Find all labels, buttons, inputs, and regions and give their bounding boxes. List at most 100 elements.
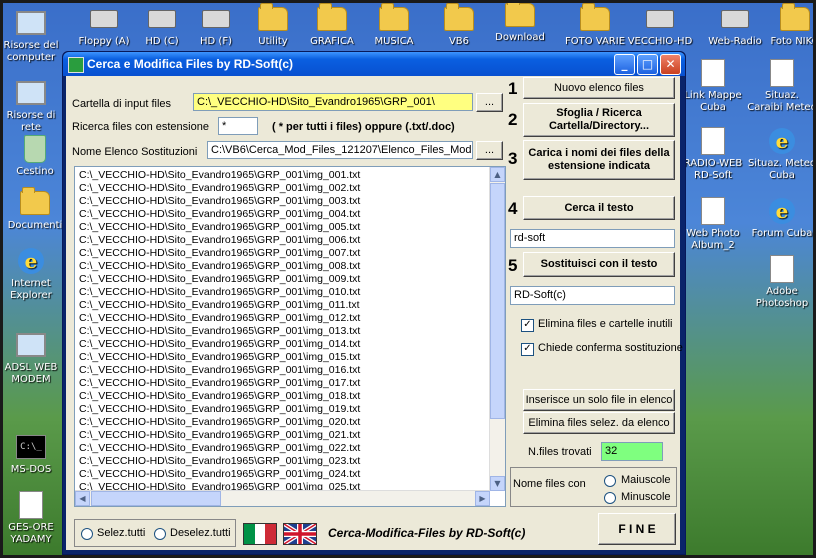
desktop-icon-web-photo-album[interactable]: Web Photo Album_2 bbox=[678, 196, 748, 252]
list-item[interactable]: C:\_VECCHIO-HD\Sito_Evandro1965\GRP_001\… bbox=[79, 442, 489, 455]
end-button[interactable]: F I N E bbox=[598, 513, 676, 545]
list-item[interactable]: C:\_VECCHIO-HD\Sito_Evandro1965\GRP_001\… bbox=[79, 195, 489, 208]
browse-input-folder-button[interactable]: ... bbox=[476, 93, 503, 112]
step-1-number: 1 bbox=[508, 79, 518, 98]
list-item[interactable]: C:\_VECCHIO-HD\Sito_Evandro1965\GRP_001\… bbox=[79, 325, 489, 338]
scroll-right-arrow-icon[interactable]: ▶ bbox=[475, 491, 490, 506]
select-all-radio[interactable] bbox=[81, 528, 93, 540]
replace-text-field[interactable]: RD-Soft(c) bbox=[510, 286, 675, 305]
lowercase-label: Minuscole bbox=[621, 491, 671, 503]
desktop-icon-musica[interactable]: MUSICA bbox=[359, 3, 429, 48]
list-item[interactable]: C:\_VECCHIO-HD\Sito_Evandro1965\GRP_001\… bbox=[79, 260, 489, 273]
list-item[interactable]: C:\_VECCHIO-HD\Sito_Evandro1965\GRP_001\… bbox=[79, 338, 489, 351]
delete-empty-checkbox[interactable]: ✓ bbox=[521, 319, 534, 332]
desktop-icon-ges-ore[interactable]: GES-ORE YADAMY bbox=[0, 490, 66, 546]
folder-icon bbox=[379, 3, 409, 34]
list-item[interactable]: C:\_VECCHIO-HD\Sito_Evandro1965\GRP_001\… bbox=[79, 247, 489, 260]
maximize-button[interactable]: □ bbox=[637, 54, 658, 75]
close-button[interactable]: ✕ bbox=[660, 54, 681, 75]
list-name-field[interactable]: C:\VB6\Cerca_Mod_Files_121207\Elenco_Fil… bbox=[207, 141, 473, 159]
internet-explorer-icon: e bbox=[767, 196, 797, 226]
folder-icon bbox=[505, 0, 535, 30]
desktop-icon-download[interactable]: Download bbox=[485, 0, 555, 44]
file-list-vertical-scrollbar[interactable]: ▲ ▼ bbox=[489, 167, 505, 491]
app-icon bbox=[68, 57, 84, 73]
folder-icon bbox=[580, 3, 610, 34]
title-bar[interactable]: Cerca e Modifica Files by RD-Soft(c) _ □… bbox=[63, 52, 685, 76]
minimize-button[interactable]: _ bbox=[614, 54, 635, 75]
desktop-icon-recycle-bin[interactable]: Cestino bbox=[0, 134, 70, 178]
desktop-icon-vecchio-hd[interactable]: VECCHIO-HD bbox=[625, 4, 695, 48]
scroll-up-arrow-icon[interactable]: ▲ bbox=[490, 167, 505, 182]
scroll-down-arrow-icon[interactable]: ▼ bbox=[490, 476, 505, 491]
uppercase-radio[interactable] bbox=[604, 475, 616, 487]
step-4-number: 4 bbox=[508, 199, 518, 218]
photoshop-icon bbox=[767, 254, 797, 284]
desktop-icon-ms-dos[interactable]: C:\_ MS-DOS bbox=[0, 432, 66, 476]
desktop-icon-forum-cuba[interactable]: e Forum Cuba bbox=[747, 196, 816, 240]
list-item[interactable]: C:\_VECCHIO-HD\Sito_Evandro1965\GRP_001\… bbox=[79, 299, 489, 312]
replace-text-button[interactable]: Sostituisci con il testo bbox=[523, 252, 675, 277]
list-item[interactable]: C:\_VECCHIO-HD\Sito_Evandro1965\GRP_001\… bbox=[79, 273, 489, 286]
extension-field[interactable]: * bbox=[218, 117, 258, 135]
desktop-icon-situaz-caraibi[interactable]: Situaz. Caraibi Meteo bbox=[747, 58, 816, 114]
list-item[interactable]: C:\_VECCHIO-HD\Sito_Evandro1965\GRP_001\… bbox=[79, 416, 489, 429]
album-icon bbox=[698, 196, 728, 226]
recycle-bin-icon bbox=[20, 134, 50, 164]
search-text-button[interactable]: Cerca il testo bbox=[523, 196, 675, 220]
desktop-icon-vb6[interactable]: VB6 bbox=[424, 3, 494, 48]
desktop-icon-network[interactable]: Risorse di rete bbox=[0, 78, 66, 134]
desktop-icon-foto-niko[interactable]: Foto NIKO bbox=[760, 3, 816, 48]
app-window: Cerca e Modifica Files by RD-Soft(c) _ □… bbox=[62, 51, 686, 555]
desktop-icon-internet-explorer[interactable]: e Internet Explorer bbox=[0, 246, 66, 302]
window-client: Cartella di input files C:\_VECCHIO-HD\S… bbox=[66, 76, 683, 550]
list-item[interactable]: C:\_VECCHIO-HD\Sito_Evandro1965\GRP_001\… bbox=[79, 364, 489, 377]
italian-flag-icon[interactable] bbox=[243, 523, 277, 545]
confirm-replace-checkbox[interactable]: ✓ bbox=[521, 343, 534, 356]
list-item[interactable]: C:\_VECCHIO-HD\Sito_Evandro1965\GRP_001\… bbox=[79, 468, 489, 481]
desktop-icon-grafica[interactable]: GRAFICA bbox=[297, 3, 367, 48]
desktop-icon-foto-varie[interactable]: FOTO VARIE bbox=[560, 3, 630, 48]
step-3-number: 3 bbox=[508, 149, 518, 168]
vertical-scroll-thumb[interactable] bbox=[490, 183, 505, 419]
browse-list-name-button[interactable]: ... bbox=[476, 141, 503, 160]
list-item[interactable]: C:\_VECCHIO-HD\Sito_Evandro1965\GRP_001\… bbox=[79, 390, 489, 403]
desktop-icon-link-mappe[interactable]: Link Mappe Cuba bbox=[678, 58, 748, 114]
desktop-icon-situaz-meteo[interactable]: e Situaz. Meteo Cuba bbox=[747, 126, 816, 182]
search-text-field[interactable]: rd-soft bbox=[510, 229, 675, 248]
horizontal-scroll-thumb[interactable] bbox=[91, 491, 221, 506]
insert-single-file-button[interactable]: Inserisce un solo file in elenco bbox=[523, 389, 675, 411]
file-list-horizontal-scrollbar[interactable]: ◀ ▶ bbox=[75, 490, 490, 506]
list-item[interactable]: C:\_VECCHIO-HD\Sito_Evandro1965\GRP_001\… bbox=[79, 455, 489, 468]
list-item[interactable]: C:\_VECCHIO-HD\Sito_Evandro1965\GRP_001\… bbox=[79, 182, 489, 195]
desktop-icon-documents[interactable]: Documenti bbox=[0, 187, 70, 232]
desktop-icon-computer[interactable]: Risorse del computer bbox=[0, 8, 66, 64]
deselect-all-label: Deselez.tutti bbox=[170, 527, 231, 539]
list-item[interactable]: C:\_VECCHIO-HD\Sito_Evandro1965\GRP_001\… bbox=[79, 377, 489, 390]
load-file-names-button[interactable]: Carica i nomi dei files della estensione… bbox=[523, 140, 675, 180]
floppy-icon bbox=[89, 4, 119, 34]
window-title: Cerca e Modifica Files by RD-Soft(c) bbox=[87, 57, 294, 71]
uk-flag-icon[interactable] bbox=[283, 523, 317, 545]
desktop-icon-photoshop[interactable]: Adobe Photoshop bbox=[747, 254, 816, 310]
list-item[interactable]: C:\_VECCHIO-HD\Sito_Evandro1965\GRP_001\… bbox=[79, 208, 489, 221]
list-item[interactable]: C:\_VECCHIO-HD\Sito_Evandro1965\GRP_001\… bbox=[79, 169, 489, 182]
lowercase-radio[interactable] bbox=[604, 492, 616, 504]
list-item[interactable]: C:\_VECCHIO-HD\Sito_Evandro1965\GRP_001\… bbox=[79, 234, 489, 247]
desktop-icon-radio-web[interactable]: RADIO-WEB RD-Soft bbox=[678, 126, 748, 182]
input-folder-field[interactable]: C:\_VECCHIO-HD\Sito_Evandro1965\GRP_001\ bbox=[193, 93, 473, 111]
scroll-left-arrow-icon[interactable]: ◀ bbox=[75, 491, 90, 506]
browse-folder-button[interactable]: Sfoglia / Ricerca Cartella/Directory... bbox=[523, 103, 675, 137]
desktop-icon-adsl-modem[interactable]: ADSL WEB MODEM bbox=[0, 330, 66, 386]
list-item[interactable]: C:\_VECCHIO-HD\Sito_Evandro1965\GRP_001\… bbox=[79, 312, 489, 325]
list-item[interactable]: C:\_VECCHIO-HD\Sito_Evandro1965\GRP_001\… bbox=[79, 221, 489, 234]
new-list-button[interactable]: Nuovo elenco files bbox=[523, 77, 675, 99]
list-item[interactable]: C:\_VECCHIO-HD\Sito_Evandro1965\GRP_001\… bbox=[79, 351, 489, 364]
list-item[interactable]: C:\_VECCHIO-HD\Sito_Evandro1965\GRP_001\… bbox=[79, 403, 489, 416]
list-item[interactable]: C:\_VECCHIO-HD\Sito_Evandro1965\GRP_001\… bbox=[79, 429, 489, 442]
computer-icon bbox=[16, 8, 46, 38]
delete-selected-button[interactable]: Elimina files selez. da elenco bbox=[523, 412, 675, 434]
list-item[interactable]: C:\_VECCHIO-HD\Sito_Evandro1965\GRP_001\… bbox=[79, 286, 489, 299]
deselect-all-radio[interactable] bbox=[154, 528, 166, 540]
file-list[interactable]: C:\_VECCHIO-HD\Sito_Evandro1965\GRP_001\… bbox=[74, 166, 506, 507]
